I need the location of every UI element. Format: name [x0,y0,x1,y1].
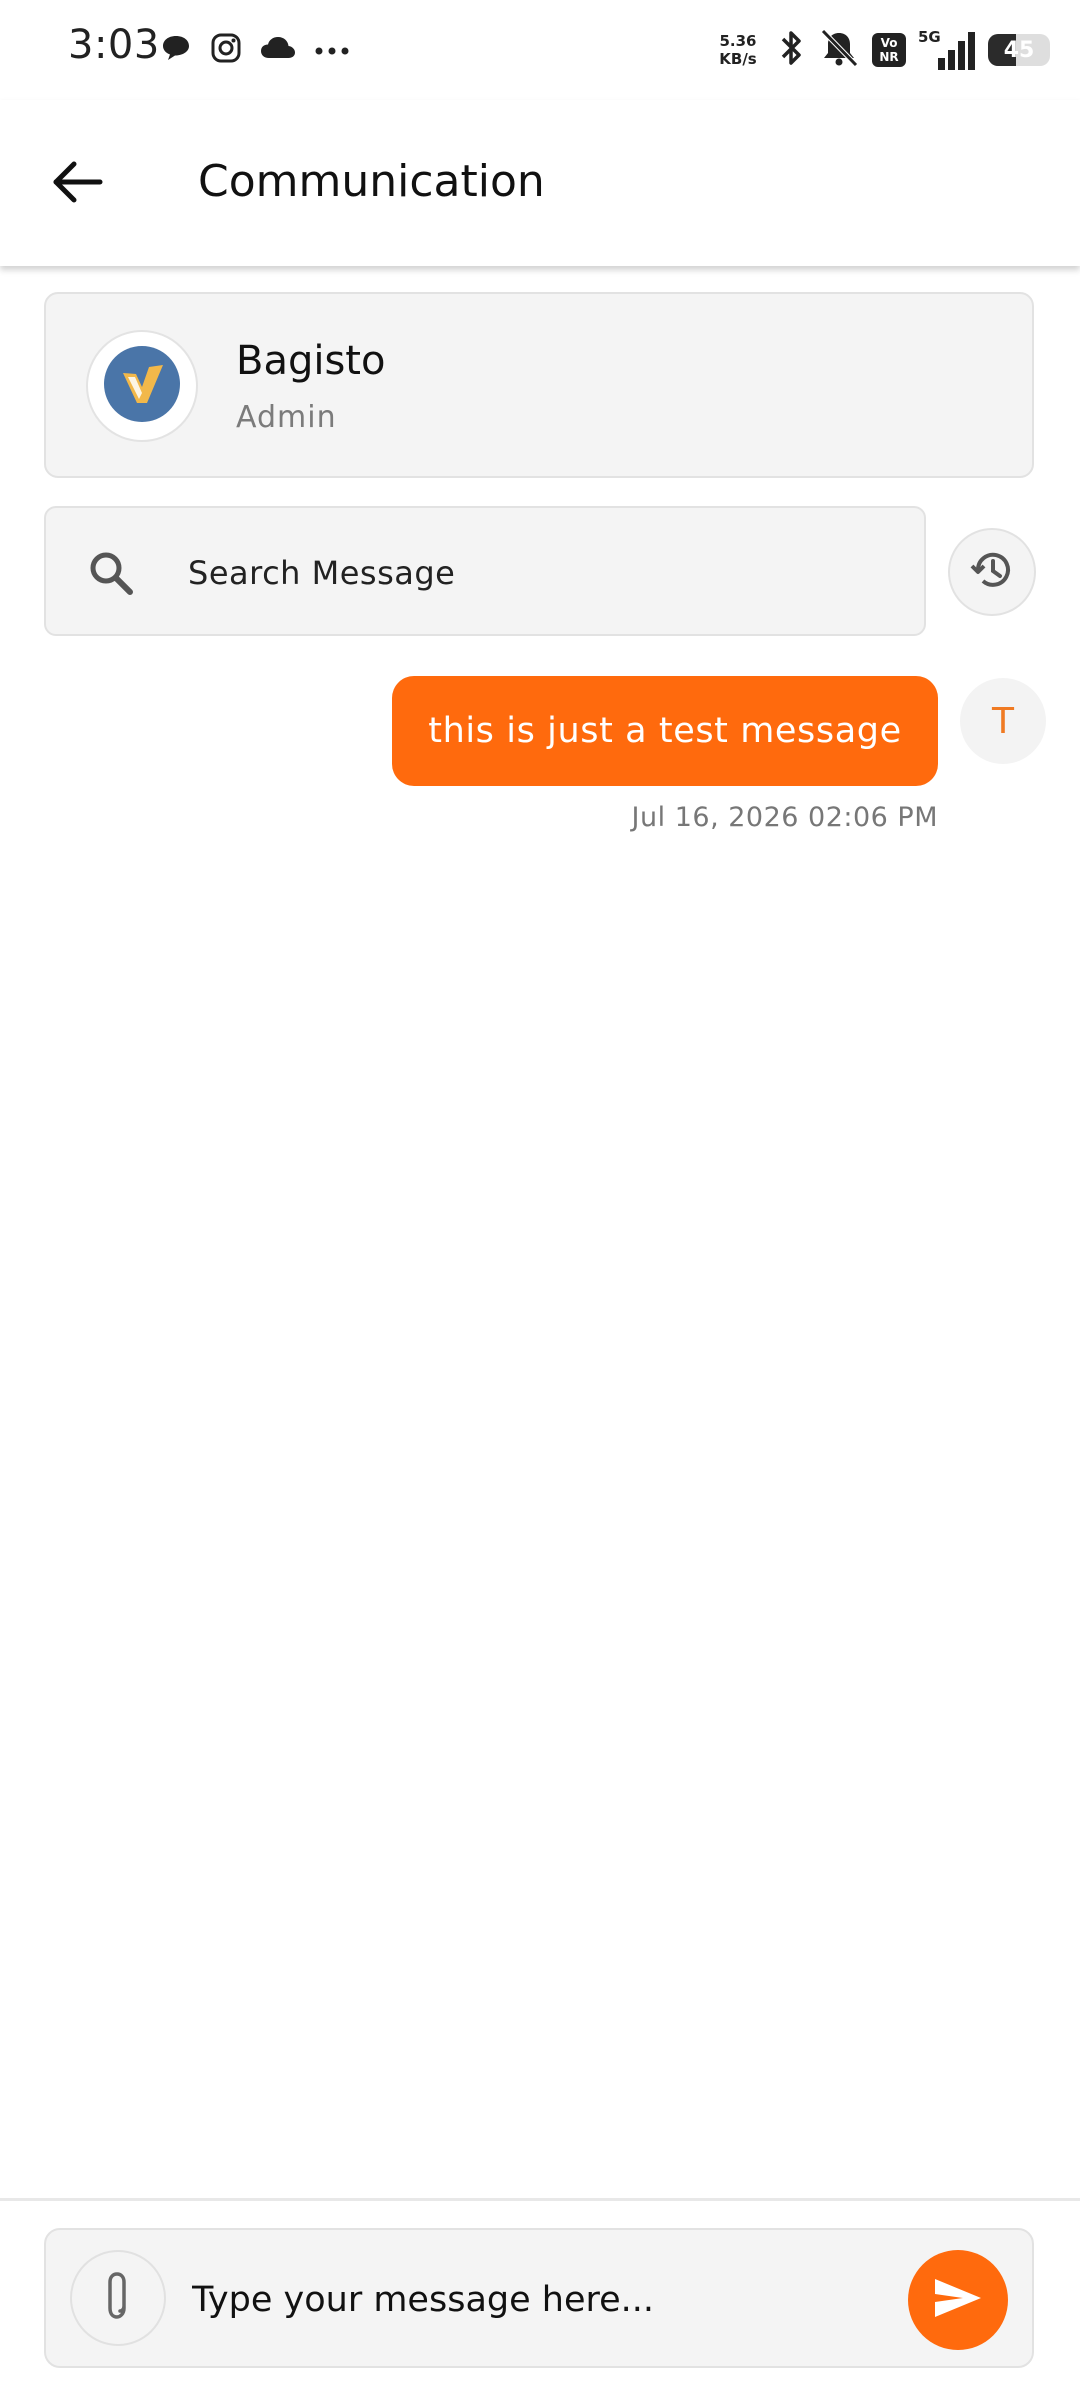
vendor-logo-icon [103,345,181,427]
volte-label-bottom: NR [879,50,899,64]
status-left-icons [160,30,350,70]
history-button[interactable] [948,528,1036,616]
app-screen: 3:03 5.36 KB/s Vo NR 5G 45 Communication… [0,0,1080,2400]
attach-button[interactable] [70,2250,166,2346]
message-icon [160,33,192,67]
battery-level: 45 [1003,37,1035,63]
app-bar: Communication [0,100,1080,266]
composer-divider [0,2198,1080,2201]
volte-badge: Vo NR [872,33,906,67]
network-speed-value: 5.36 [719,32,757,50]
sender-initial: T [992,700,1014,742]
bluetooth-icon [776,28,806,72]
cloud-icon [260,35,296,65]
network-speed-unit: KB/s [719,50,757,68]
send-button[interactable] [908,2250,1008,2350]
volte-label-top: Vo [880,36,898,50]
vendor-role: Admin [236,400,337,435]
search-icon [86,548,136,598]
battery-indicator: 45 [988,34,1050,66]
page-title: Communication [198,156,545,207]
arrow-left-icon [52,160,104,208]
network-speed: 5.36 KB/s [712,32,764,68]
status-time: 3:03 [68,22,160,68]
notifications-off-icon [818,28,860,72]
vendor-avatar [86,330,198,442]
back-button[interactable] [40,146,116,222]
vendor-name: Bagisto [236,338,386,384]
message-timestamp: Jul 16, 2026 02:06 PM [631,802,938,833]
sender-avatar: T [960,678,1046,764]
message-text: this is just a test message [428,711,902,751]
vendor-card[interactable]: Bagisto Admin [44,292,1034,478]
search-bar[interactable] [44,506,926,636]
send-icon [931,2275,985,2325]
instagram-icon [210,32,242,68]
status-bar: 3:03 5.36 KB/s Vo NR 5G 45 [0,0,1080,100]
message-input[interactable] [190,2270,834,2330]
message-composer [44,2228,1034,2368]
status-right-icons: 5.36 KB/s Vo NR 5G 45 [712,22,1050,78]
signal-icon: 5G [918,28,976,72]
paperclip-icon [100,2270,136,2326]
message-bubble[interactable]: this is just a test message [392,676,938,786]
history-icon [969,547,1015,597]
more-icon [314,41,350,60]
search-input[interactable] [186,544,890,602]
